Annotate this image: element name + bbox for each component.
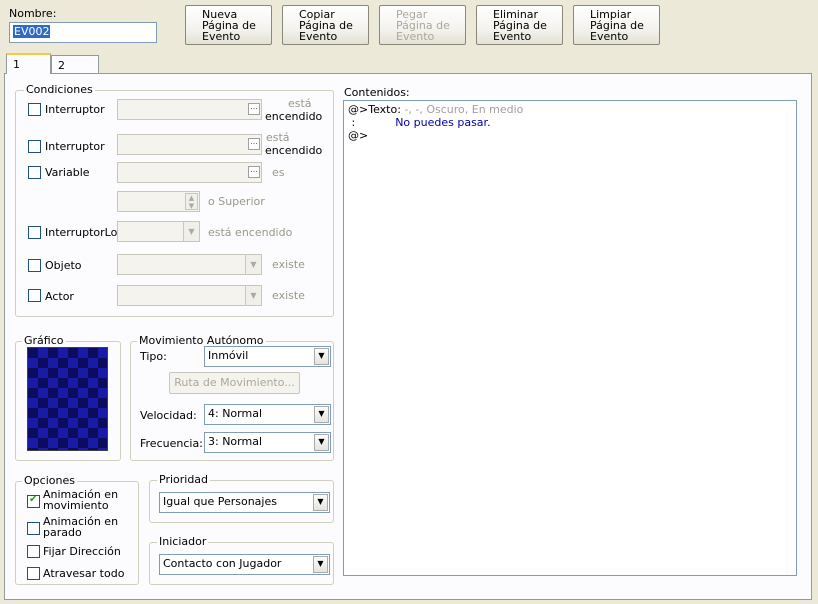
command-line[interactable]: @> <box>348 129 792 142</box>
variable-suffix: es <box>272 166 285 179</box>
selfswitch-suffix: está encendido <box>208 226 293 239</box>
actor-label: Actor <box>45 290 74 303</box>
move-speed-select[interactable]: 4: Normal ▼ <box>204 404 331 425</box>
switch2-suffix-top: está <box>266 131 290 144</box>
move-frequency-select[interactable]: 3: Normal ▼ <box>204 432 331 453</box>
stop-anim-label: Animación en parado <box>43 515 119 539</box>
spinner-arrows-icon: ▲ ▼ <box>185 193 198 210</box>
switch2-suffix-bottom: encendido <box>265 144 323 157</box>
switch2-field <box>117 134 262 155</box>
stop-anim-checkbox[interactable] <box>27 522 40 535</box>
priority-title: Prioridad <box>157 473 211 486</box>
tab-page-1[interactable]: 1 <box>6 53 51 74</box>
name-input[interactable]: EV002 <box>9 22 157 43</box>
variable-compare: o Superior <box>208 195 265 208</box>
actor-suffix: existe <box>272 289 305 302</box>
priority-select[interactable]: Igual que Personajes ▼ <box>159 492 330 513</box>
through-label: Atravesar todo <box>43 567 125 580</box>
switch1-label: Interruptor <box>45 103 105 116</box>
selfswitch-label: InterruptorLo <box>45 226 118 239</box>
switch2-browse-button: ... <box>248 138 260 150</box>
options-title: Opciones <box>22 474 77 487</box>
actor-select <box>117 285 262 306</box>
item-suffix: existe <box>272 258 305 271</box>
variable-label: Variable <box>45 166 90 179</box>
switch1-suffix-bottom: encendido <box>265 110 323 123</box>
move-frequency-label: Frecuencia: <box>140 437 203 450</box>
delete-page-button[interactable]: Eliminar Página de Evento <box>476 5 563 45</box>
move-speed-label: Velocidad: <box>140 409 197 422</box>
contents-label: Contenidos: <box>344 86 410 99</box>
chevron-down-icon: ▼ <box>313 556 328 573</box>
move-anim-label: Animación en movimiento <box>43 488 119 512</box>
fix-direction-checkbox[interactable] <box>27 545 40 558</box>
graphic-title: Gráfico <box>22 334 66 347</box>
variable-browse-button: ... <box>248 166 260 178</box>
through-checkbox[interactable] <box>27 567 40 580</box>
paste-page-button: Pegar Página de Evento <box>379 5 466 45</box>
chevron-down-icon: ▼ <box>313 494 328 511</box>
move-route-button: Ruta de Movimiento... <box>169 372 300 394</box>
clear-page-button[interactable]: Limpiar Página de Evento <box>573 5 660 45</box>
new-page-button[interactable]: Nueva Página de Evento <box>185 5 272 45</box>
move-anim-checkbox[interactable] <box>27 494 40 508</box>
actor-chevron-down-icon: ▼ <box>245 286 261 305</box>
switch1-field <box>117 99 262 120</box>
item-select <box>117 254 262 275</box>
trigger-select[interactable]: Contacto con Jugador ▼ <box>159 554 330 575</box>
switch2-checkbox[interactable] <box>28 140 41 153</box>
variable-field <box>117 162 262 183</box>
fix-direction-label: Fijar Dirección <box>43 545 121 558</box>
selfswitch-chevron-down-icon: ▼ <box>183 222 199 241</box>
item-checkbox[interactable] <box>28 259 41 272</box>
conditions-title: Condiciones <box>24 83 95 96</box>
item-label: Objeto <box>45 259 82 272</box>
switch2-label: Interruptor <box>45 140 105 153</box>
name-label: Nombre: <box>9 7 57 20</box>
tab-page-2[interactable]: 2 <box>51 55 99 73</box>
copy-page-button[interactable]: Copiar Página de Evento <box>282 5 369 45</box>
switch1-browse-button: ... <box>248 103 260 115</box>
command-line[interactable]: @>Texto: -, -, Oscuro, En medio <box>348 103 792 116</box>
switch1-suffix-top: está <box>288 97 312 110</box>
actor-checkbox[interactable] <box>28 289 41 302</box>
variable-checkbox[interactable] <box>28 166 41 179</box>
chevron-down-icon: ▼ <box>314 406 329 423</box>
chevron-down-icon: ▼ <box>314 434 329 451</box>
selfswitch-checkbox[interactable] <box>28 226 41 239</box>
event-commands-list[interactable]: @>Texto: -, -, Oscuro, En medio : No pued… <box>343 100 797 576</box>
move-type-select[interactable]: Inmóvil ▼ <box>204 346 331 367</box>
item-chevron-down-icon: ▼ <box>245 255 261 274</box>
event-graphic-preview[interactable] <box>27 347 108 451</box>
switch1-checkbox[interactable] <box>28 103 41 116</box>
chevron-down-icon: ▼ <box>314 348 329 365</box>
trigger-title: Iniciador <box>157 535 209 548</box>
move-type-label: Tipo: <box>140 350 167 363</box>
command-line[interactable]: : No puedes pasar. <box>348 116 792 129</box>
